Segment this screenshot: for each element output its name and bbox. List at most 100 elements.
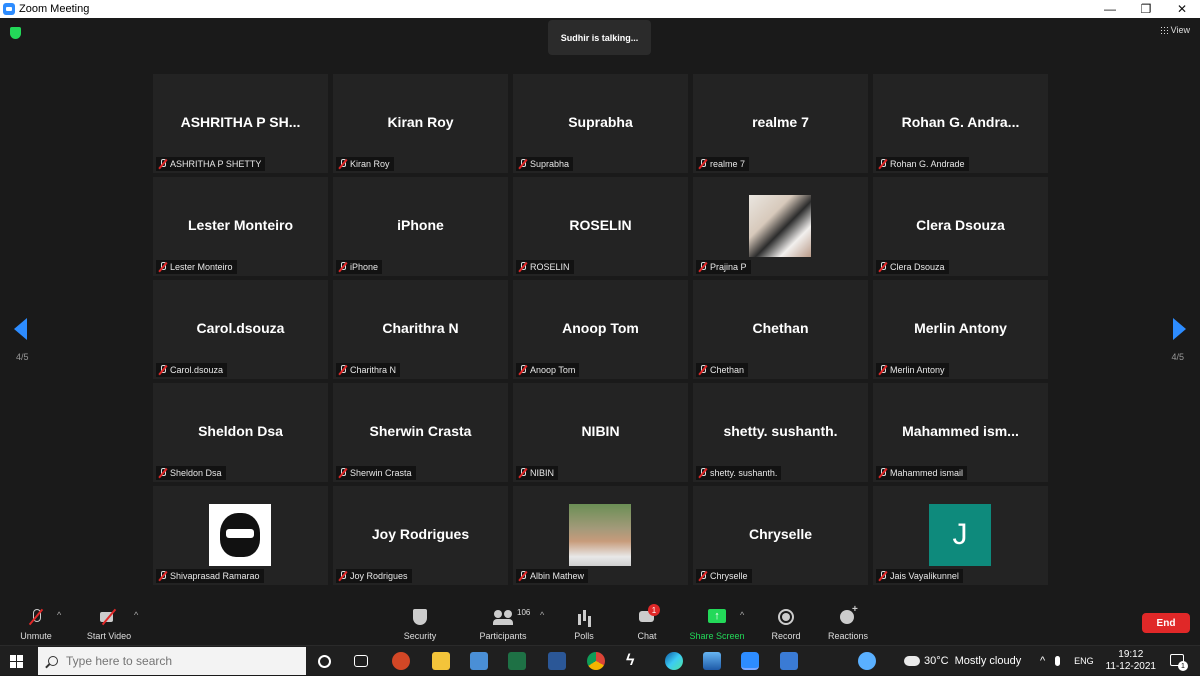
- participant-tile[interactable]: Chryselle Chryselle: [693, 486, 868, 585]
- participant-label: Joy Rodrigues: [336, 569, 412, 583]
- participant-tile[interactable]: Shivaprasad Ramarao: [153, 486, 328, 585]
- mic-muted-icon: [158, 159, 167, 169]
- polls-button[interactable]: Polls: [570, 603, 598, 645]
- next-page-arrow-icon[interactable]: [1173, 318, 1186, 340]
- language-indicator[interactable]: ENG: [1074, 656, 1094, 666]
- app-lightning-icon[interactable]: ϟ: [626, 652, 644, 670]
- page-indicator-right: 4/5: [1171, 352, 1184, 362]
- participant-name: NIBIN: [530, 468, 555, 478]
- participant-tile[interactable]: iPhone iPhone: [333, 177, 508, 276]
- participant-name: Albin Mathew: [530, 571, 585, 581]
- minimize-button[interactable]: —: [1092, 0, 1128, 18]
- participant-label: Prajina P: [696, 260, 751, 274]
- control-panel-icon[interactable]: [470, 652, 488, 670]
- reactions-button[interactable]: Reactions: [826, 603, 870, 645]
- excel-icon[interactable]: [508, 652, 526, 670]
- mic-muted-icon: [338, 365, 347, 375]
- participant-tile[interactable]: Joy Rodrigues Joy Rodrigues: [333, 486, 508, 585]
- participant-tile[interactable]: Merlin Antony Merlin Antony: [873, 280, 1048, 379]
- powerpoint-icon[interactable]: [392, 652, 410, 670]
- prev-page-arrow-icon[interactable]: [14, 318, 27, 340]
- participants-options-caret[interactable]: ^: [540, 610, 544, 620]
- participant-display-name: Mahammed ism...: [902, 423, 1019, 439]
- file-explorer-icon[interactable]: [432, 652, 450, 670]
- participant-tile[interactable]: ASHRITHA P SH... ASHRITHA P SHETTY: [153, 74, 328, 173]
- audio-options-caret[interactable]: ^: [57, 610, 61, 620]
- participant-tile[interactable]: Clera Dsouza Clera Dsouza: [873, 177, 1048, 276]
- task-view-icon[interactable]: [318, 655, 331, 668]
- windows-start-icon[interactable]: [10, 655, 24, 669]
- participant-label: Jais Vayalikunnel: [876, 569, 963, 583]
- weather-widget[interactable]: 30°C Mostly cloudy: [904, 646, 1021, 676]
- participant-tile[interactable]: Albin Mathew: [513, 486, 688, 585]
- maximize-button[interactable]: ❐: [1128, 0, 1164, 18]
- participant-tile[interactable]: Prajina P: [693, 177, 868, 276]
- mic-muted-icon: [698, 468, 707, 478]
- participant-label: Chethan: [696, 363, 749, 377]
- record-button[interactable]: Record: [770, 603, 802, 645]
- tray-overflow-chevron-icon[interactable]: ^: [1040, 655, 1045, 667]
- participant-name: Chryselle: [710, 571, 748, 581]
- participant-tile[interactable]: Mahammed ism... Mahammed ismail: [873, 383, 1048, 482]
- notification-badge: 1: [1178, 661, 1188, 671]
- search-input[interactable]: [66, 654, 286, 668]
- security-button[interactable]: Security: [400, 603, 440, 645]
- participant-name: Prajina P: [710, 262, 747, 272]
- participant-tile[interactable]: NIBIN NIBIN: [513, 383, 688, 482]
- chat-button[interactable]: 1 Chat: [634, 603, 660, 645]
- participant-tile[interactable]: Lester Monteiro Lester Monteiro: [153, 177, 328, 276]
- start-video-button[interactable]: Start Video: [84, 603, 134, 645]
- chrome-icon[interactable]: [587, 652, 605, 670]
- video-off-icon: [99, 608, 119, 626]
- participant-label: Sheldon Dsa: [156, 466, 226, 480]
- participant-tile[interactable]: Sheldon Dsa Sheldon Dsa: [153, 383, 328, 482]
- mic-muted-icon: [158, 365, 167, 375]
- participant-tile[interactable]: J Jais Vayalikunnel: [873, 486, 1048, 585]
- widgets-icon[interactable]: [354, 655, 368, 667]
- edge-icon[interactable]: [665, 652, 683, 670]
- participant-label: Kiran Roy: [336, 157, 394, 171]
- participant-tile[interactable]: realme 7 realme 7: [693, 74, 868, 173]
- participant-display-name: Anoop Tom: [562, 320, 639, 336]
- meeting-stage: Sudhir is talking... View 4/5 4/5 ASHRIT…: [0, 18, 1200, 603]
- search-icon: [48, 656, 58, 666]
- photos-icon[interactable]: [703, 652, 721, 670]
- participant-tile[interactable]: Charithra N Charithra N: [333, 280, 508, 379]
- participant-label: Merlin Antony: [876, 363, 949, 377]
- store-icon[interactable]: [780, 652, 798, 670]
- end-meeting-button[interactable]: End: [1142, 613, 1190, 633]
- participant-tile[interactable]: Sherwin Crasta Sherwin Crasta: [333, 383, 508, 482]
- participant-tile[interactable]: ROSELIN ROSELIN: [513, 177, 688, 276]
- participant-display-name: ASHRITHA P SH...: [180, 114, 301, 130]
- mic-muted-icon: [158, 571, 167, 581]
- unmute-button[interactable]: Unmute: [18, 603, 54, 645]
- zoom-taskbar-icon[interactable]: [741, 652, 759, 670]
- mic-muted-icon: [518, 365, 527, 375]
- participant-tile[interactable]: Suprabha Suprabha: [513, 74, 688, 173]
- participant-tile[interactable]: Anoop Tom Anoop Tom: [513, 280, 688, 379]
- close-button[interactable]: ✕: [1164, 0, 1200, 18]
- help-icon[interactable]: [858, 652, 876, 670]
- view-button[interactable]: View: [1159, 25, 1190, 35]
- video-options-caret[interactable]: ^: [134, 610, 138, 620]
- participant-tile[interactable]: Rohan G. Andra... Rohan G. Andrade: [873, 74, 1048, 173]
- participant-name: Mahammed ismail: [890, 468, 964, 478]
- participant-tile[interactable]: Carol.dsouza Carol.dsouza: [153, 280, 328, 379]
- microphone-tray-icon[interactable]: [1055, 656, 1061, 666]
- mic-muted-icon: [698, 365, 707, 375]
- participant-display-name: Merlin Antony: [914, 320, 1007, 336]
- word-icon[interactable]: [548, 652, 566, 670]
- shield-icon[interactable]: [10, 27, 21, 39]
- participant-tile[interactable]: Chethan Chethan: [693, 280, 868, 379]
- taskbar-search[interactable]: [38, 647, 306, 675]
- participant-name: ROSELIN: [530, 262, 570, 272]
- zoom-app-icon: [3, 3, 15, 15]
- system-tray: ^ ENG: [1040, 646, 1094, 676]
- share-screen-button[interactable]: Share Screen: [688, 603, 746, 645]
- participant-tile[interactable]: Kiran Roy Kiran Roy: [333, 74, 508, 173]
- participant-tile[interactable]: shetty. sushanth. shetty. sushanth.: [693, 383, 868, 482]
- participants-button[interactable]: 106 Participants: [476, 603, 530, 645]
- participant-name: Kiran Roy: [350, 159, 390, 169]
- share-options-caret[interactable]: ^: [740, 610, 744, 620]
- taskbar-clock[interactable]: 19:12 11-12-2021: [1106, 649, 1156, 673]
